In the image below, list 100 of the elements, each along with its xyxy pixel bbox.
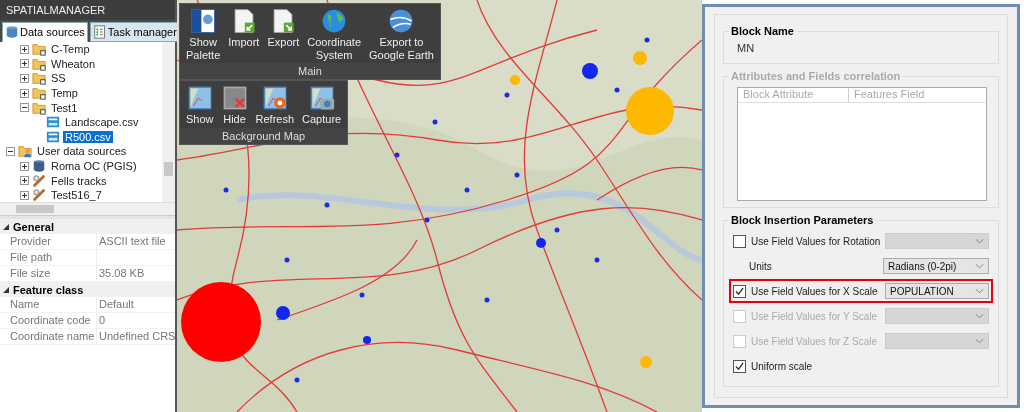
database-icon: [32, 159, 46, 174]
property-name: Coordinate code: [9, 313, 92, 328]
panel-tab[interactable]: Data sources: [2, 22, 88, 42]
document-arrow-icon: [270, 8, 297, 34]
checkbox-label: Use Field Values for Y Scale: [751, 310, 879, 322]
map-marker: [394, 152, 400, 158]
tree-item[interactable]: Test516_7: [49, 189, 104, 202]
checkbox-label: Use Field Values for X Scale: [751, 285, 879, 297]
block-name-value: MN: [736, 41, 756, 56]
map-marker: [432, 119, 438, 125]
ribbon-button[interactable]: Capture: [300, 84, 344, 128]
dropdown[interactable]: POPULATION: [885, 283, 989, 299]
horizontal-scrollbar[interactable]: [0, 202, 175, 215]
group-title: Block Name: [730, 25, 795, 37]
map-icon: [186, 85, 213, 112]
route-icon: [32, 188, 46, 202]
group-title: Attributes and Fields correlation: [730, 70, 902, 82]
tree-item[interactable]: SS: [49, 72, 68, 85]
map-marker: [276, 306, 290, 320]
ribbon-button[interactable]: Coordinate System: [305, 7, 364, 64]
map-marker: [614, 87, 620, 93]
map-marker: [514, 172, 520, 178]
map-marker: [594, 257, 600, 263]
map-marker: [633, 51, 647, 65]
tree-item[interactable]: Temp: [49, 87, 80, 100]
expand-toggle[interactable]: [20, 88, 29, 98]
map-marker: [363, 336, 371, 344]
expand-toggle[interactable]: [20, 161, 29, 171]
ribbon-button[interactable]: Export: [265, 7, 302, 64]
folder-user-icon: [18, 144, 32, 159]
property-value: 35.08 KB: [96, 266, 175, 281]
checkbox-label: Uniform scale: [751, 360, 814, 372]
map-marker: [324, 202, 330, 208]
collapse-toggle[interactable]: [6, 146, 15, 156]
map-marker: [626, 87, 674, 135]
field-label: Units: [748, 260, 773, 272]
property-name: File path: [9, 250, 54, 265]
tree-item[interactable]: Roma OC (PGIS): [49, 160, 139, 173]
route-icon: [32, 173, 46, 188]
dropdown[interactable]: Radians (0-2pi): [883, 258, 989, 274]
map-marker: [510, 75, 520, 85]
expand-toggle[interactable]: [20, 190, 29, 200]
tree-item[interactable]: C-Temp: [49, 43, 92, 56]
ribbon-button[interactable]: Import: [226, 7, 262, 64]
map-marker: [536, 238, 546, 248]
checkbox[interactable]: [733, 234, 746, 248]
panel-title: SPATIALMANAGER: [0, 0, 175, 20]
tree-item[interactable]: Test1: [49, 101, 80, 114]
map-marker: [359, 292, 365, 298]
property-value: Undefined CRS: [96, 329, 176, 344]
ribbon-button[interactable]: Export to Google Earth: [367, 7, 436, 64]
tree-item[interactable]: Wheaton: [49, 57, 98, 70]
task-list-icon: [92, 25, 107, 39]
tree-item[interactable]: Fells tracks: [49, 174, 109, 187]
caret-icon: [975, 238, 984, 244]
map-refresh-icon: [261, 85, 288, 112]
map-marker: [424, 217, 430, 223]
collapse-toggle[interactable]: [3, 286, 9, 293]
map-marker: [504, 92, 510, 98]
ribbon-button[interactable]: Show: [184, 84, 216, 128]
tree-item[interactable]: User data sources: [35, 145, 129, 158]
checkbox[interactable]: [733, 284, 746, 298]
map-marker: [223, 187, 229, 193]
group-title: Block Insertion Parameters: [730, 214, 875, 226]
expand-toggle[interactable]: [20, 44, 29, 54]
ribbon-button[interactable]: Show Palette: [184, 7, 223, 64]
expand-toggle[interactable]: [20, 59, 29, 69]
table-file-icon: [46, 115, 60, 130]
expand-toggle[interactable]: [20, 74, 29, 83]
map-marker: [554, 227, 560, 233]
vertical-scrollbar[interactable]: [162, 42, 175, 202]
property-section: Feature class: [13, 283, 84, 296]
caret-icon: [975, 263, 984, 269]
group-label: Main: [180, 63, 440, 80]
ribbon-button[interactable]: Hide: [219, 84, 250, 128]
property-value: Default: [96, 297, 175, 312]
folder-icon: [32, 86, 46, 101]
tree-item[interactable]: Landscape.csv: [63, 116, 141, 129]
property-value: 0: [96, 313, 175, 328]
caret-icon: [975, 288, 984, 294]
ribbon-button[interactable]: Refresh: [253, 84, 297, 128]
map-marker: [284, 257, 290, 263]
expand-toggle[interactable]: [20, 176, 29, 186]
checkbox-label: Use Field Values for Z Scale: [751, 335, 878, 347]
caret-icon: [975, 313, 984, 319]
map-camera-icon: [308, 85, 335, 112]
globe-icon: [321, 8, 348, 34]
property-name: Coordinate name: [9, 329, 96, 344]
checkbox[interactable]: [733, 359, 746, 373]
table-file-icon: [46, 129, 60, 144]
database-icon: [5, 25, 19, 39]
panel-tab[interactable]: Task manager: [89, 22, 180, 42]
tree-item[interactable]: R500.csv: [63, 130, 113, 143]
map-marker: [484, 297, 490, 303]
property-name: Provider: [9, 234, 52, 249]
folder-icon: [32, 71, 46, 86]
collapse-toggle[interactable]: [3, 223, 9, 230]
collapse-toggle[interactable]: [20, 103, 29, 113]
map-marker: [582, 63, 598, 79]
group-label: Background Map: [180, 127, 348, 144]
